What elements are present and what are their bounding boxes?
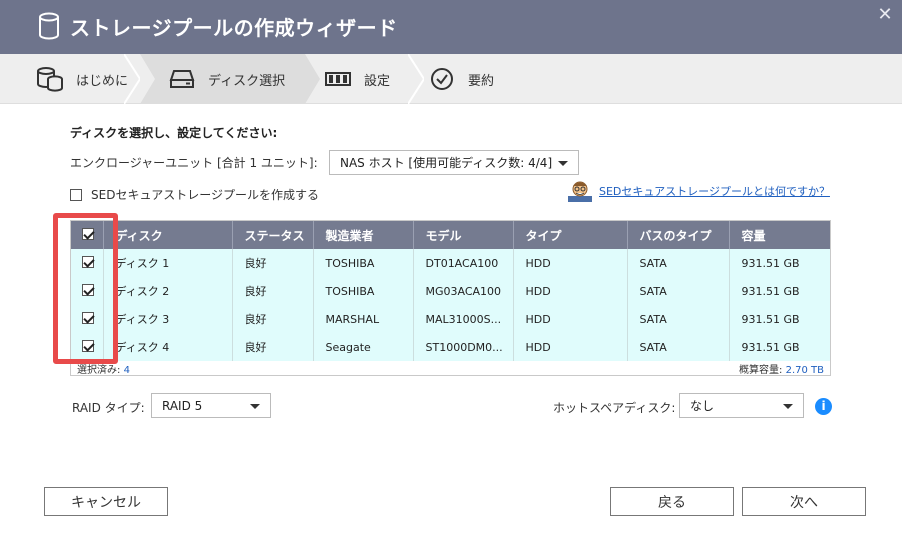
cell-disk: ディスク 1 xyxy=(103,249,233,277)
cell-capacity: 931.51 GB xyxy=(741,312,800,326)
hard-drive-icon xyxy=(168,65,196,93)
step-summary: 要約 xyxy=(428,54,494,104)
capacity-value: 2.70 TB xyxy=(785,364,824,376)
table-footer: 選択済み: 4 概算容量: 2.70 TB xyxy=(71,360,830,376)
database-icon xyxy=(36,65,64,93)
row-checkbox-cell[interactable] xyxy=(71,249,104,277)
enclosure-label: エンクロージャーユニット [合計 1 ユニット]: xyxy=(70,156,318,170)
row-checkbox-cell[interactable] xyxy=(71,277,104,305)
cancel-button[interactable]: キャンセル xyxy=(44,487,168,516)
col-type[interactable]: タイプ xyxy=(513,221,628,249)
enclosure-value: NAS ホスト [使用可能ディスク数: 4/4] xyxy=(340,156,553,170)
table-row[interactable]: ディスク 3 良好 MARSHAL MAL31000S... HDD SATA … xyxy=(71,305,830,333)
sed-help: SEDセキュアストレージプールとは何ですか？ xyxy=(567,180,830,202)
cell-bus: SATA xyxy=(627,277,730,305)
cell-model: MG03ACA100 xyxy=(413,277,514,305)
window-title: ストレージプールの作成ウィザード xyxy=(70,16,398,40)
form-heading: ディスクを選択し、設定してください: xyxy=(70,126,278,140)
row-checkbox[interactable] xyxy=(82,283,94,296)
row-checkbox-cell[interactable] xyxy=(71,333,104,361)
col-capacity[interactable]: 容量 xyxy=(729,221,830,249)
sed-checkbox-label: SEDセキュアストレージプールを作成する xyxy=(91,188,319,202)
cell-disk: ディスク 4 xyxy=(103,333,233,361)
raid-type-label: RAID タイプ: xyxy=(72,401,145,415)
cell-model: ST1000DM0... xyxy=(413,333,514,361)
step-settings: 設定 xyxy=(324,54,390,104)
chevron-down-icon xyxy=(558,160,568,166)
raid-type-value: RAID 5 xyxy=(162,398,203,413)
cell-bus: SATA xyxy=(627,333,730,361)
cell-status: 良好 xyxy=(232,305,314,333)
cell-status: 良好 xyxy=(232,249,314,277)
cell-disk: ディスク 2 xyxy=(103,277,233,305)
enclosure-select[interactable]: NAS ホスト [使用可能ディスク数: 4/4] xyxy=(329,150,579,175)
cell-vendor: TOSHIBA xyxy=(313,249,414,277)
storage-pool-icon xyxy=(39,12,59,40)
helper-avatar-icon xyxy=(568,181,592,202)
step-label: ディスク選択 xyxy=(208,73,286,89)
step-disk-select: ディスク選択 xyxy=(168,54,285,104)
cell-capacity: 931.51 GB xyxy=(741,284,800,298)
raid-type-select[interactable]: RAID 5 xyxy=(151,393,271,418)
check-circle-icon xyxy=(428,65,456,93)
row-checkbox[interactable] xyxy=(82,339,94,352)
table-row[interactable]: ディスク 4 良好 Seagate ST1000DM0... HDD SATA … xyxy=(71,333,830,361)
step-intro: はじめに xyxy=(36,54,128,104)
cell-bus: SATA xyxy=(627,305,730,333)
back-button[interactable]: 戻る xyxy=(610,487,734,516)
cell-type: HDD xyxy=(513,277,628,305)
select-all-checkbox[interactable] xyxy=(82,227,94,240)
close-icon[interactable]: ✕ xyxy=(874,4,896,26)
chevron-down-icon xyxy=(250,403,260,409)
col-status[interactable]: ステータス xyxy=(232,221,314,249)
cell-vendor: TOSHIBA xyxy=(313,277,414,305)
row-checkbox[interactable] xyxy=(82,311,94,324)
cell-model: DT01ACA100 xyxy=(413,249,514,277)
cell-vendor: MARSHAL xyxy=(313,305,414,333)
raid-settings-icon xyxy=(324,65,352,93)
chevron-down-icon xyxy=(783,403,793,409)
table-row[interactable]: ディスク 2 良好 TOSHIBA MG03ACA100 HDD SATA 93… xyxy=(71,277,830,305)
sed-checkbox[interactable] xyxy=(70,188,82,201)
table-header: ディスク ステータス 製造業者 モデル タイプ バスのタイプ 容量 xyxy=(71,221,830,249)
disk-table: ディスク ステータス 製造業者 モデル タイプ バスのタイプ 容量 ディスク 1… xyxy=(70,220,831,376)
cell-disk: ディスク 3 xyxy=(103,305,233,333)
cell-status: 良好 xyxy=(232,333,314,361)
table-row[interactable]: ディスク 1 良好 TOSHIBA DT01ACA100 HDD SATA 93… xyxy=(71,249,830,277)
selected-summary: 選択済み: 4 xyxy=(77,361,130,376)
capacity-label: 概算容量: xyxy=(739,364,783,376)
cell-bus: SATA xyxy=(627,249,730,277)
wizard-steps: はじめに ディスク選択 設定 要約 xyxy=(0,54,902,104)
hot-spare-value: なし xyxy=(690,399,715,413)
selected-label: 選択済み: xyxy=(77,364,121,376)
cell-capacity: 931.51 GB xyxy=(741,256,800,270)
hot-spare-select[interactable]: なし xyxy=(679,393,804,418)
step-label: 設定 xyxy=(364,73,391,89)
row-checkbox[interactable] xyxy=(82,255,94,268)
cell-vendor: Seagate xyxy=(313,333,414,361)
selected-count: 4 xyxy=(123,364,130,376)
sed-option[interactable]: SEDセキュアストレージプールを作成する xyxy=(70,186,319,203)
cell-capacity: 931.51 GB xyxy=(741,340,800,354)
hot-spare-label: ホットスペアディスク: xyxy=(553,401,676,415)
sed-help-link[interactable]: SEDセキュアストレージプールとは何ですか？ xyxy=(599,183,830,199)
next-button[interactable]: 次へ xyxy=(742,487,866,516)
cell-status: 良好 xyxy=(232,277,314,305)
step-label: はじめに xyxy=(76,73,129,89)
col-disk[interactable]: ディスク xyxy=(103,221,233,249)
row-checkbox-cell[interactable] xyxy=(71,305,104,333)
capacity-summary: 概算容量: 2.70 TB xyxy=(739,361,824,376)
col-vendor[interactable]: 製造業者 xyxy=(313,221,414,249)
cell-type: HDD xyxy=(513,333,628,361)
col-model[interactable]: モデル xyxy=(413,221,514,249)
step-label: 要約 xyxy=(468,73,495,89)
step-separator xyxy=(408,54,424,104)
info-icon[interactable]: i xyxy=(815,398,832,415)
select-all-cell[interactable] xyxy=(71,221,104,249)
cell-type: HDD xyxy=(513,249,628,277)
col-bus-type[interactable]: バスのタイプ xyxy=(627,221,730,249)
title-bar: ストレージプールの作成ウィザード ✕ xyxy=(0,0,902,54)
cell-model: MAL31000S... xyxy=(413,305,514,333)
cell-type: HDD xyxy=(513,305,628,333)
